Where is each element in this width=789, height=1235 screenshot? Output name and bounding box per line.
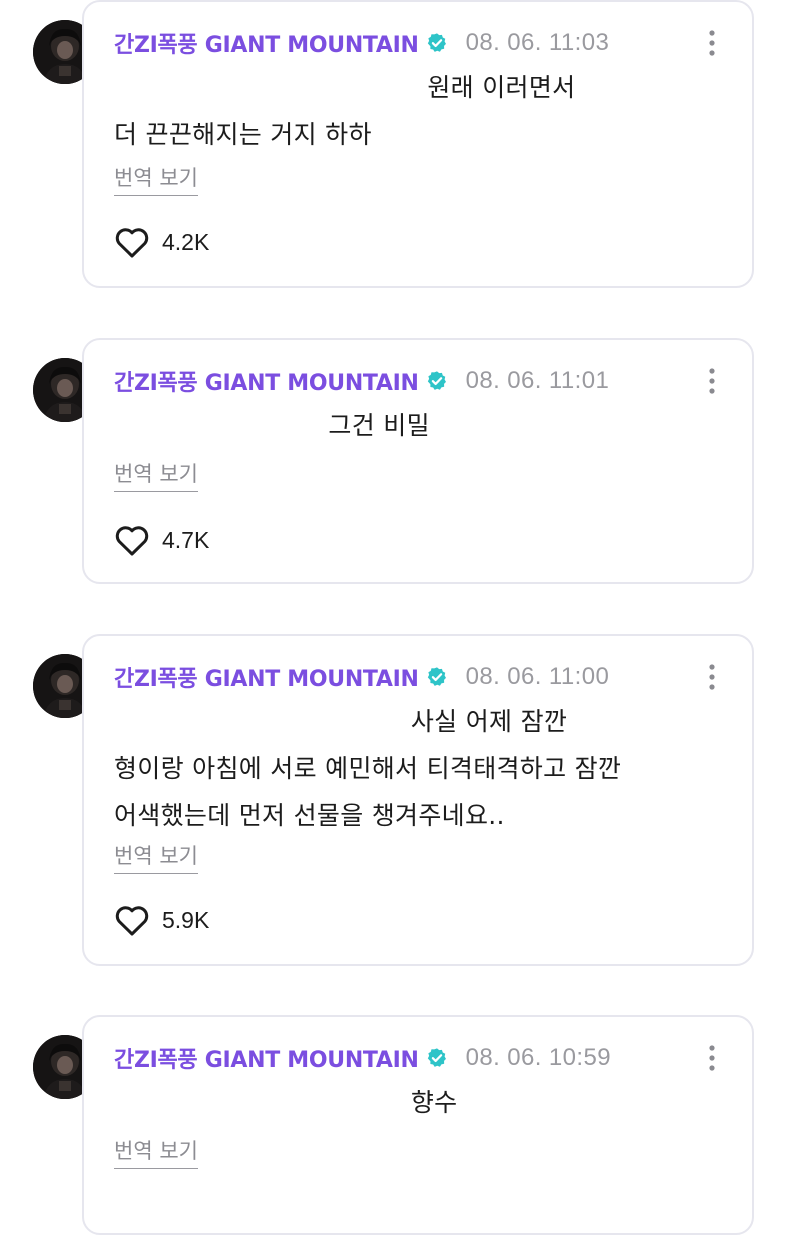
comment-card: 간ZI폭풍 GIANT MOUNTAIN 08. 06. 11:01 그건 비밀… bbox=[82, 338, 754, 584]
author-name[interactable]: 간ZI폭풍 GIANT MOUNTAIN bbox=[114, 365, 419, 397]
comment-timestamp: 08. 06. 11:03 bbox=[465, 29, 610, 56]
more-vertical-icon[interactable] bbox=[706, 1043, 718, 1073]
more-vertical-icon[interactable] bbox=[706, 28, 718, 58]
comment-text: 사실 어제 잠깐 형이랑 아침에 서로 예민해서 티격태격하고 잠깐 어색했는데… bbox=[114, 707, 622, 830]
comment-card: 간ZI폭풍 GIANT MOUNTAIN 08. 06. 11:03 원래 이러… bbox=[82, 0, 754, 288]
comment-text: 향수 bbox=[114, 1088, 458, 1117]
verified-badge-icon bbox=[427, 371, 446, 390]
like-count: 4.7K bbox=[162, 527, 210, 553]
comment-timestamp: 08. 06. 10:59 bbox=[465, 1044, 611, 1071]
heart-outline-icon bbox=[115, 906, 149, 936]
comment-item: 간ZI폭풍 GIANT MOUNTAIN 08. 06. 11:03 원래 이러… bbox=[0, 0, 789, 300]
author-name[interactable]: 간ZI폭풍 GIANT MOUNTAIN bbox=[114, 27, 419, 59]
more-vertical-icon[interactable] bbox=[706, 366, 718, 396]
like-count: 4.2K bbox=[162, 229, 210, 255]
translate-link[interactable]: 번역 보기 bbox=[114, 458, 198, 492]
comment-text: 그건 비밀 bbox=[114, 411, 430, 440]
heart-outline-icon bbox=[115, 526, 149, 556]
more-vertical-icon[interactable] bbox=[706, 662, 718, 692]
comment-item: 간ZI폭풍 GIANT MOUNTAIN 08. 06. 11:01 그건 비밀… bbox=[0, 338, 789, 588]
comment-timestamp: 08. 06. 11:01 bbox=[465, 367, 610, 394]
comment-item: 간ZI폭풍 GIANT MOUNTAIN 08. 06. 11:00 사실 어제… bbox=[0, 634, 789, 968]
translate-link[interactable]: 번역 보기 bbox=[114, 840, 198, 874]
like-button[interactable]: 4.7K bbox=[114, 524, 209, 557]
comment-header: 간ZI폭풍 GIANT MOUNTAIN 08. 06. 10:59 bbox=[114, 1041, 611, 1075]
comment-header: 간ZI폭풍 GIANT MOUNTAIN 08. 06. 11:03 bbox=[114, 26, 609, 60]
author-name[interactable]: 간ZI폭풍 GIANT MOUNTAIN bbox=[114, 1042, 419, 1074]
comment-header: 간ZI폭풍 GIANT MOUNTAIN 08. 06. 11:00 bbox=[114, 660, 609, 694]
verified-badge-icon bbox=[427, 33, 446, 52]
comment-header: 간ZI폭풍 GIANT MOUNTAIN 08. 06. 11:01 bbox=[114, 364, 609, 398]
verified-badge-icon bbox=[427, 1048, 446, 1067]
like-count: 5.9K bbox=[162, 907, 210, 933]
like-button[interactable]: 4.2K bbox=[114, 226, 209, 259]
heart-outline-icon bbox=[115, 228, 149, 258]
comment-timestamp: 08. 06. 11:00 bbox=[465, 663, 610, 690]
translate-link[interactable]: 번역 보기 bbox=[114, 1135, 198, 1169]
verified-badge-icon bbox=[427, 667, 446, 686]
comment-item: 간ZI폭풍 GIANT MOUNTAIN 08. 06. 10:59 향수 번역… bbox=[0, 1015, 789, 1235]
comment-card: 간ZI폭풍 GIANT MOUNTAIN 08. 06. 10:59 향수 번역… bbox=[82, 1015, 754, 1235]
comment-card: 간ZI폭풍 GIANT MOUNTAIN 08. 06. 11:00 사실 어제… bbox=[82, 634, 754, 966]
author-name[interactable]: 간ZI폭풍 GIANT MOUNTAIN bbox=[114, 661, 419, 693]
translate-link[interactable]: 번역 보기 bbox=[114, 162, 198, 196]
comment-text: 원래 이러면서 더 끈끈해지는 거지 하하 bbox=[114, 73, 576, 149]
like-button[interactable]: 5.9K bbox=[114, 904, 209, 937]
